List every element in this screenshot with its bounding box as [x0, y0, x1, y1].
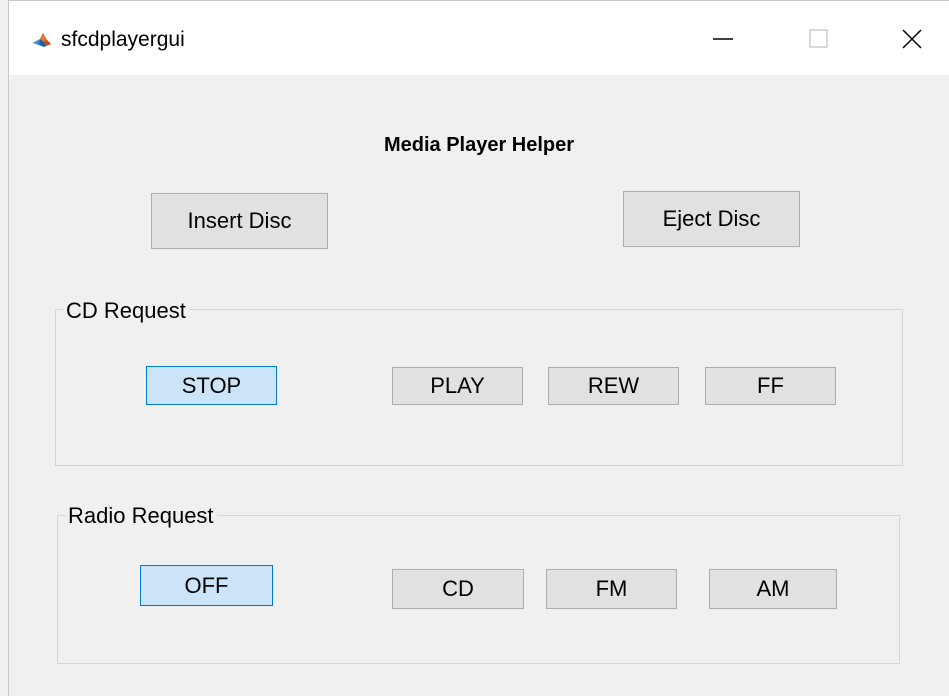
- app-window: sfcdplayergui Media Player Helper Insert…: [8, 0, 949, 696]
- cd-request-label: CD Request: [63, 299, 189, 323]
- title-bar[interactable]: sfcdplayergui: [9, 1, 949, 75]
- ff-button[interactable]: FF: [705, 367, 836, 405]
- minimize-icon: [713, 38, 733, 40]
- radio-request-label: Radio Request: [65, 504, 217, 528]
- play-button[interactable]: PLAY: [392, 367, 523, 405]
- eject-disc-button[interactable]: Eject Disc: [623, 191, 800, 247]
- maximize-button[interactable]: [795, 19, 843, 59]
- off-button[interactable]: OFF: [140, 565, 273, 606]
- close-button[interactable]: [888, 19, 936, 59]
- matlab-logo-icon: [32, 30, 52, 50]
- fm-button[interactable]: FM: [546, 569, 677, 609]
- rew-button[interactable]: REW: [548, 367, 679, 405]
- cd-button[interactable]: CD: [392, 569, 524, 609]
- am-button[interactable]: AM: [709, 569, 837, 609]
- maximize-icon: [809, 29, 828, 48]
- window-title: sfcdplayergui: [61, 28, 185, 51]
- page-title: Media Player Helper: [383, 134, 575, 156]
- close-icon: [902, 29, 922, 49]
- stop-button[interactable]: STOP: [146, 366, 277, 405]
- insert-disc-button[interactable]: Insert Disc: [151, 193, 328, 249]
- minimize-button[interactable]: [699, 19, 747, 59]
